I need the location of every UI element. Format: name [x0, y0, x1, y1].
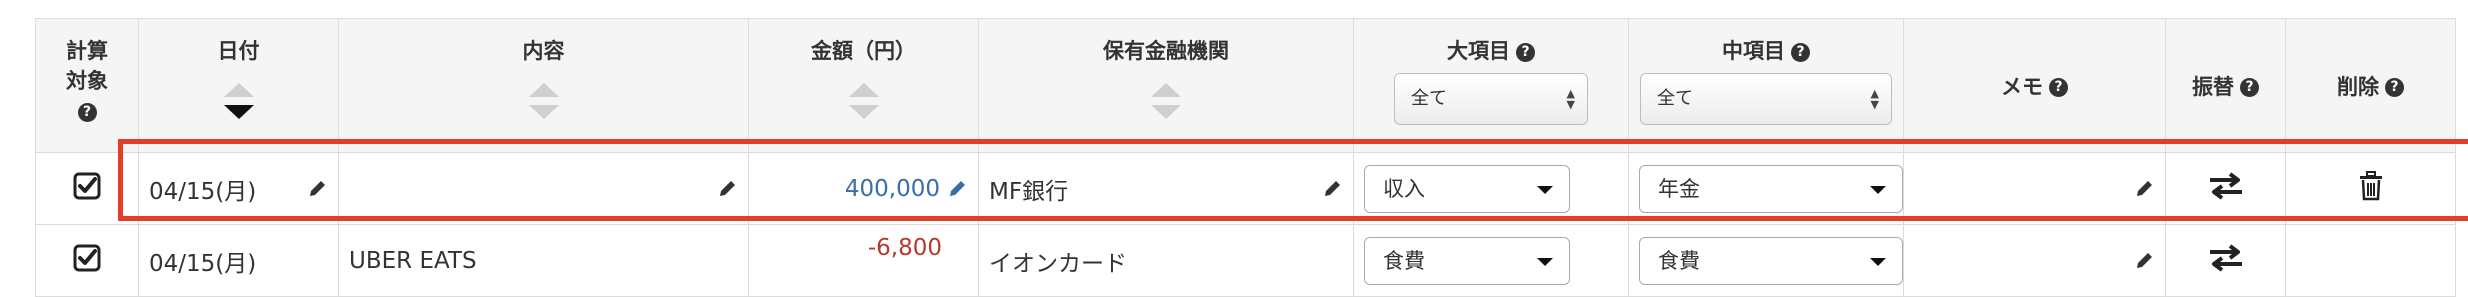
header-minor-label: 中項目 [1722, 39, 1785, 63]
row-amount: -6,800 [867, 235, 942, 261]
institution-cell: MF銀行 [978, 152, 1354, 225]
header-major-category: 大項目? 全て ▲ ▼ [1353, 18, 1629, 153]
amount-cell: -6,800 [748, 224, 979, 297]
transfer-arrows-icon[interactable] [2208, 243, 2244, 272]
header-transfer: 振替? [2165, 18, 2286, 153]
transactions-panel: 計算 対象 ? 日付 内容 金額（円） 保有金融機関 大項目 ? 全て ▲ ▼ … [0, 0, 2468, 297]
pencil-icon[interactable] [306, 178, 328, 200]
row-content: UBER EATS [349, 247, 477, 274]
major-category-value: 食費 [1383, 248, 1425, 273]
pencil-icon[interactable] [946, 178, 968, 200]
amount-cell: 400,000 [748, 152, 979, 225]
header-date-label: 日付 [217, 39, 260, 63]
minor-category-select[interactable]: 年金 [1639, 164, 1903, 213]
pencil-icon[interactable] [1321, 178, 1343, 200]
header-delete-label: 削除 [2337, 74, 2379, 99]
major-filter-value: 全て [1411, 88, 1447, 109]
transfer-arrows-icon[interactable] [2208, 171, 2244, 200]
header-calc-target: 計算 対象 ? [35, 18, 139, 153]
calc-target-cell [35, 152, 139, 225]
question-circle-icon[interactable]: ? [1791, 42, 1810, 62]
header-institution-label: 保有金融機関 [1103, 39, 1229, 63]
header-major-label: 大項目 [1447, 39, 1510, 63]
institution-cell: イオンカード [978, 224, 1354, 297]
header-amount-label: 金額（円） [811, 39, 916, 63]
question-circle-icon[interactable]: ? [77, 102, 97, 122]
header-memo: メモ? [1903, 18, 2166, 153]
major-category-select[interactable]: 食費 [1364, 236, 1570, 285]
transfer-cell [2165, 224, 2286, 297]
question-circle-icon[interactable]: ? [2385, 78, 2404, 97]
trash-icon[interactable] [2358, 170, 2384, 201]
pencil-icon[interactable] [716, 178, 738, 200]
select-arrows-icon: ▲ ▼ [1566, 87, 1575, 111]
minor-category-filter[interactable]: 全て ▲ ▼ [1640, 73, 1892, 125]
row-institution: イオンカード [989, 250, 1127, 277]
header-memo-label: メモ [2001, 74, 2043, 99]
date-cell: 04/15(月) [138, 152, 339, 225]
caret-down-icon [1870, 257, 1886, 266]
caret-down-icon [1537, 185, 1553, 194]
table-row: 04/15(月) UBER EATS -6,800 イオンカード 食費 食費 [35, 224, 2456, 297]
major-category-cell: 食費 [1353, 224, 1629, 297]
delete-cell [2285, 152, 2456, 225]
sort-date-icon[interactable] [223, 83, 254, 123]
sort-institution-icon[interactable] [1151, 83, 1181, 123]
header-calc-target-line2: 対象 [66, 69, 108, 93]
content-cell: UBER EATS [338, 224, 749, 297]
transactions-table: 計算 対象 ? 日付 内容 金額（円） 保有金融機関 大項目 ? 全て ▲ ▼ … [35, 18, 2456, 297]
memo-cell [1903, 152, 2166, 225]
minor-category-cell: 年金 [1628, 152, 1904, 225]
table-row: 04/15(月) 400,000 MF銀行 収入 年金 [35, 152, 2456, 225]
header-content: 内容 [338, 18, 749, 153]
row-date: 04/15(月) [149, 178, 257, 205]
table-header-row: 計算 対象 ? 日付 内容 金額（円） 保有金融機関 大項目 ? 全て ▲ ▼ … [35, 18, 2456, 153]
row-date: 04/15(月) [149, 250, 257, 277]
memo-cell [1903, 224, 2166, 297]
major-category-filter[interactable]: 全て ▲ ▼ [1394, 73, 1588, 125]
checkbox-checked-icon[interactable] [72, 171, 102, 201]
row-amount: 400,000 [844, 175, 940, 202]
header-amount: 金額（円） [748, 18, 979, 153]
header-calc-target-line1: 計算 [66, 39, 108, 63]
question-circle-icon[interactable]: ? [1516, 42, 1535, 62]
major-category-value: 収入 [1383, 176, 1425, 201]
sort-content-icon[interactable] [528, 83, 559, 123]
minor-filter-value: 全て [1657, 88, 1693, 109]
header-minor-category: 中項目? 全て ▲ ▼ [1628, 18, 1904, 153]
minor-category-value: 年金 [1658, 176, 1700, 201]
minor-category-select[interactable]: 食費 [1639, 236, 1903, 285]
caret-down-icon [1870, 185, 1886, 194]
question-circle-icon[interactable]: ? [2240, 78, 2259, 97]
delete-cell [2285, 224, 2456, 297]
pencil-icon[interactable] [2133, 178, 2155, 200]
header-content-label: 内容 [522, 39, 565, 63]
pencil-icon[interactable] [2133, 250, 2155, 272]
header-transfer-label: 振替 [2192, 74, 2234, 99]
minor-category-cell: 食費 [1628, 224, 1904, 297]
major-category-select[interactable]: 収入 [1364, 164, 1570, 213]
header-date: 日付 [138, 18, 339, 153]
header-institution: 保有金融機関 [978, 18, 1354, 153]
sort-amount-icon[interactable] [848, 83, 879, 123]
caret-down-icon [1537, 257, 1553, 266]
date-cell: 04/15(月) [138, 224, 339, 297]
row-institution: MF銀行 [989, 178, 1069, 205]
minor-category-value: 食費 [1658, 248, 1700, 273]
question-circle-icon[interactable]: ? [2049, 78, 2068, 97]
select-arrows-icon: ▲ ▼ [1870, 87, 1879, 111]
header-delete: 削除? [2285, 18, 2456, 153]
transfer-cell [2165, 152, 2286, 225]
major-category-cell: 収入 [1353, 152, 1629, 225]
checkbox-checked-icon[interactable] [72, 243, 102, 273]
calc-target-cell [35, 224, 139, 297]
content-cell [338, 152, 749, 225]
